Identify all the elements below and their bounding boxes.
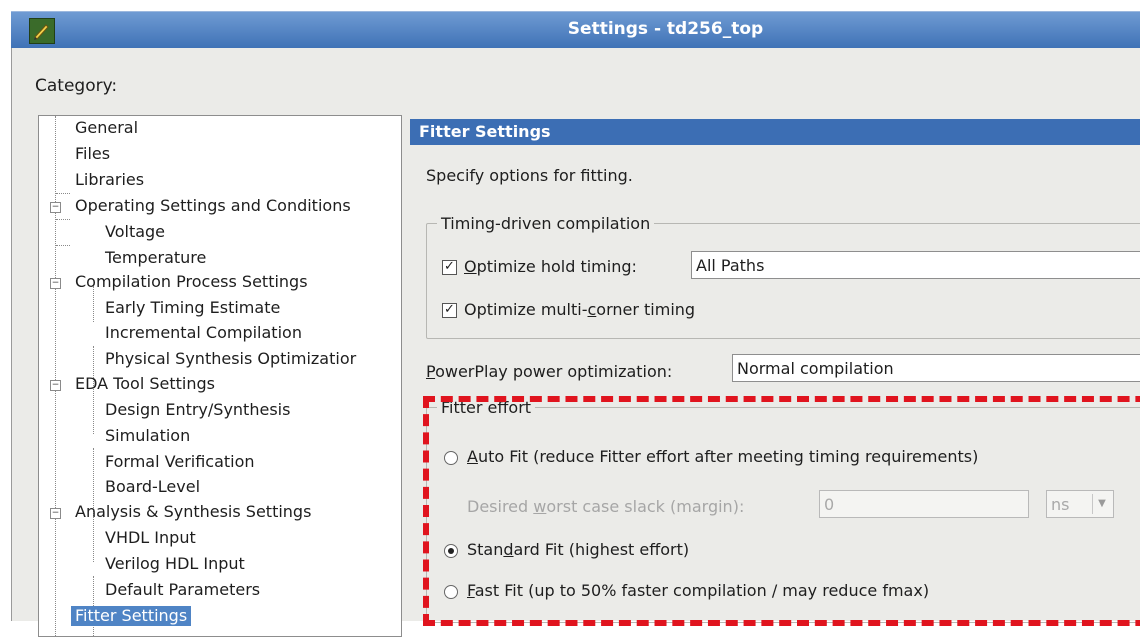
hold-timing-dropdown[interactable]: All Paths <box>691 251 1140 279</box>
tree-item-libraries[interactable]: Libraries <box>75 170 144 190</box>
collapse-icon[interactable]: − <box>50 380 61 391</box>
panel-header: Fitter Settings <box>410 119 1140 145</box>
optimize-hold-label[interactable]: Optimize hold timing: <box>464 257 637 276</box>
tree-item-physical-synthesis[interactable]: Physical Synthesis Optimizatior <box>105 349 356 369</box>
optimize-hold-checkbox[interactable]: ✓ <box>442 260 457 275</box>
collapse-icon[interactable]: − <box>50 278 61 289</box>
tree-item-early-timing[interactable]: Early Timing Estimate <box>105 298 280 318</box>
panel-description: Specify options for fitting. <box>426 166 633 185</box>
tree-item-fitter-settings[interactable]: Fitter Settings <box>71 606 192 626</box>
tree-item-simulation[interactable]: Simulation <box>105 426 190 446</box>
tree-item-eda-tool[interactable]: EDA Tool Settings <box>75 374 215 394</box>
fitter-effort-highlight <box>423 396 1140 626</box>
timing-group-title: Timing-driven compilation <box>437 214 655 233</box>
category-label: Category: <box>35 76 118 96</box>
collapse-icon[interactable]: − <box>50 202 61 213</box>
powerplay-label: PowerPlay power optimization: <box>426 362 673 381</box>
title-bar: Settings - td256_top <box>11 11 1140 48</box>
tree-item-temperature[interactable]: Temperature <box>105 248 206 268</box>
timing-driven-group: Timing-driven compilation ✓ Optimize hol… <box>426 214 1140 339</box>
window-title: Settings - td256_top <box>567 19 764 39</box>
tree-item-files[interactable]: Files <box>75 144 110 164</box>
tree-line <box>55 116 56 636</box>
tree-item-general[interactable]: General <box>75 118 138 138</box>
tree-item-operating-settings[interactable]: Operating Settings and Conditions <box>75 196 351 216</box>
powerplay-dropdown[interactable]: Normal compilation <box>732 354 1140 382</box>
optimize-multicorner-checkbox[interactable]: ✓ <box>442 303 457 318</box>
tree-item-vhdl-input[interactable]: VHDL Input <box>105 528 196 548</box>
tree-item-verilog-input[interactable]: Verilog HDL Input <box>105 554 245 574</box>
tree-line <box>56 245 70 246</box>
tree-item-incremental-compilation[interactable]: Incremental Compilation <box>105 323 302 343</box>
collapse-icon[interactable]: − <box>50 508 61 519</box>
tree-item-voltage[interactable]: Voltage <box>105 222 165 242</box>
tree-line <box>56 193 70 194</box>
category-tree[interactable]: General Files Libraries − Operating Sett… <box>38 115 402 637</box>
panel-title: Fitter Settings <box>419 122 551 141</box>
tree-line <box>56 219 70 220</box>
tree-item-analysis-synthesis[interactable]: Analysis & Synthesis Settings <box>75 502 311 522</box>
tree-item-default-parameters[interactable]: Default Parameters <box>105 580 260 600</box>
tree-item-formal-verification[interactable]: Formal Verification <box>105 452 255 472</box>
tree-item-board-level[interactable]: Board-Level <box>105 477 200 497</box>
tree-item-compilation-process[interactable]: Compilation Process Settings <box>75 272 308 292</box>
tree-item-design-entry[interactable]: Design Entry/Synthesis <box>105 400 290 420</box>
optimize-multicorner-label[interactable]: Optimize multi-corner timing <box>464 300 695 319</box>
